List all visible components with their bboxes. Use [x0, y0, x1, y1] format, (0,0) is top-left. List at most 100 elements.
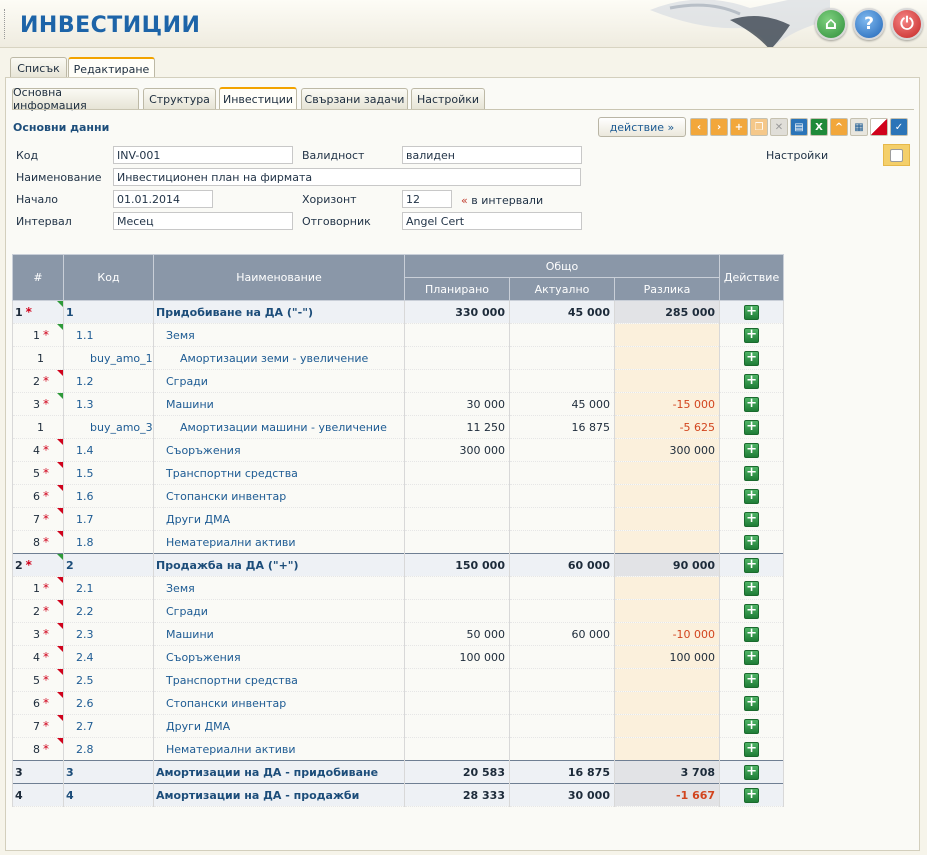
- tab-investments[interactable]: Инвестиции: [219, 87, 297, 109]
- row-name[interactable]: Машини: [153, 392, 405, 416]
- row-code[interactable]: 2.8: [63, 737, 154, 761]
- row-name[interactable]: Продажба на ДА ("+"): [153, 553, 405, 577]
- tab-related-tasks[interactable]: Свързани задачи: [301, 88, 408, 109]
- row-name[interactable]: Амортизации на ДА - продажби: [153, 783, 405, 807]
- add-row-icon[interactable]: +: [744, 304, 760, 320]
- row-name[interactable]: Сгради: [153, 369, 405, 393]
- row-name[interactable]: Амортизации земи - увеличение: [153, 346, 405, 370]
- row-code[interactable]: 1.6: [63, 484, 154, 508]
- actions-button[interactable]: действие »: [598, 117, 686, 137]
- add-row-icon[interactable]: +: [744, 419, 760, 435]
- row-code[interactable]: 2.1: [63, 576, 154, 600]
- add-row-icon[interactable]: +: [744, 764, 760, 780]
- row-action: +: [719, 599, 785, 623]
- tab-settings[interactable]: Настройки: [411, 88, 485, 109]
- row-code[interactable]: 4: [63, 783, 154, 807]
- row-code[interactable]: 2.5: [63, 668, 154, 692]
- add-row-icon[interactable]: +: [744, 557, 760, 573]
- add-row-icon[interactable]: +: [744, 396, 760, 412]
- row-code[interactable]: 1: [63, 300, 154, 324]
- row-name[interactable]: Стопански инвентар: [153, 484, 405, 508]
- row-code[interactable]: 1.2: [63, 369, 154, 393]
- row-name[interactable]: Съоръжения: [153, 438, 405, 462]
- row-code[interactable]: 1.3: [63, 392, 154, 416]
- copy-icon[interactable]: ❐: [750, 118, 768, 136]
- add-row-icon[interactable]: +: [744, 787, 760, 803]
- add-row-icon[interactable]: +: [744, 534, 760, 550]
- validity-field[interactable]: валиден: [402, 146, 582, 164]
- row-code[interactable]: 2.7: [63, 714, 154, 738]
- row-code[interactable]: buy_amo_3: [63, 415, 154, 439]
- horizon-field[interactable]: 12: [402, 190, 452, 208]
- row-code[interactable]: 2.3: [63, 622, 154, 646]
- row-code[interactable]: 1.5: [63, 461, 154, 485]
- row-actual: [509, 576, 615, 600]
- tab-edit[interactable]: Редактиране: [68, 57, 155, 79]
- add-row-icon[interactable]: +: [744, 649, 760, 665]
- tab-list[interactable]: Списък: [10, 57, 67, 78]
- add-row-icon[interactable]: +: [744, 373, 760, 389]
- tab-basic-info[interactable]: Основна информация: [12, 86, 139, 112]
- add-row-icon[interactable]: +: [744, 465, 760, 481]
- tab-structure[interactable]: Структура: [143, 88, 216, 109]
- row-code[interactable]: 2.4: [63, 645, 154, 669]
- add-row-icon[interactable]: +: [744, 488, 760, 504]
- add-row-icon[interactable]: +: [744, 603, 760, 619]
- start-date-field[interactable]: 01.01.2014: [113, 190, 213, 208]
- row-name[interactable]: Нематериални активи: [153, 530, 405, 554]
- row-name[interactable]: Земя: [153, 323, 405, 347]
- add-row-icon[interactable]: +: [744, 741, 760, 757]
- flag-icon[interactable]: [870, 118, 888, 136]
- add-row-icon[interactable]: +: [744, 626, 760, 642]
- row-name[interactable]: Земя: [153, 576, 405, 600]
- collapse-icon[interactable]: ^: [830, 118, 848, 136]
- drag-grip[interactable]: [4, 9, 7, 39]
- add-row-icon[interactable]: +: [744, 580, 760, 596]
- row-name[interactable]: Други ДМА: [153, 714, 405, 738]
- owner-field[interactable]: Angel Cert: [402, 212, 582, 230]
- check-icon[interactable]: ✓: [890, 118, 908, 136]
- row-code[interactable]: 2.2: [63, 599, 154, 623]
- print-icon[interactable]: ▤: [790, 118, 808, 136]
- row-code[interactable]: 1.4: [63, 438, 154, 462]
- row-code[interactable]: 1.1: [63, 323, 154, 347]
- row-name[interactable]: Машини: [153, 622, 405, 646]
- row-code[interactable]: 2.6: [63, 691, 154, 715]
- home-icon[interactable]: ⌂: [815, 8, 847, 40]
- interval-field[interactable]: Месец: [113, 212, 293, 230]
- row-planned: [404, 346, 510, 370]
- code-field[interactable]: INV-001: [113, 146, 293, 164]
- add-row-icon[interactable]: +: [744, 511, 760, 527]
- row-name[interactable]: Транспортни средства: [153, 461, 405, 485]
- row-code[interactable]: 2: [63, 553, 154, 577]
- row-code[interactable]: buy_amo_1: [63, 346, 154, 370]
- row-name[interactable]: Придобиване на ДА ("-"): [153, 300, 405, 324]
- calculator-icon[interactable]: ▦: [850, 118, 868, 136]
- row-name[interactable]: Стопански инвентар: [153, 691, 405, 715]
- row-name[interactable]: Сгради: [153, 599, 405, 623]
- add-row-icon[interactable]: +: [744, 327, 760, 343]
- help-icon[interactable]: ?: [853, 8, 885, 40]
- row-name[interactable]: Транспортни средства: [153, 668, 405, 692]
- row-name[interactable]: Амортизации на ДА - придобиване: [153, 760, 405, 784]
- arrow-right-icon[interactable]: ›: [710, 118, 728, 136]
- row-name[interactable]: Амортизации машини - увеличение: [153, 415, 405, 439]
- add-row-icon[interactable]: +: [744, 695, 760, 711]
- row-code[interactable]: 1.8: [63, 530, 154, 554]
- add-icon[interactable]: +: [730, 118, 748, 136]
- add-row-icon[interactable]: +: [744, 672, 760, 688]
- arrow-left-icon[interactable]: ‹: [690, 118, 708, 136]
- add-row-icon[interactable]: +: [744, 350, 760, 366]
- row-name[interactable]: Други ДМА: [153, 507, 405, 531]
- row-code[interactable]: 3: [63, 760, 154, 784]
- name-field[interactable]: Инвестиционен план на фирмата: [113, 168, 581, 186]
- settings-checkbox[interactable]: [883, 144, 910, 166]
- excel-icon[interactable]: X: [810, 118, 828, 136]
- add-row-icon[interactable]: +: [744, 442, 760, 458]
- power-icon[interactable]: ⏻: [891, 8, 923, 40]
- add-row-icon[interactable]: +: [744, 718, 760, 734]
- row-name[interactable]: Нематериални активи: [153, 737, 405, 761]
- delete-icon[interactable]: ✕: [770, 118, 788, 136]
- row-name[interactable]: Съоръжения: [153, 645, 405, 669]
- row-code[interactable]: 1.7: [63, 507, 154, 531]
